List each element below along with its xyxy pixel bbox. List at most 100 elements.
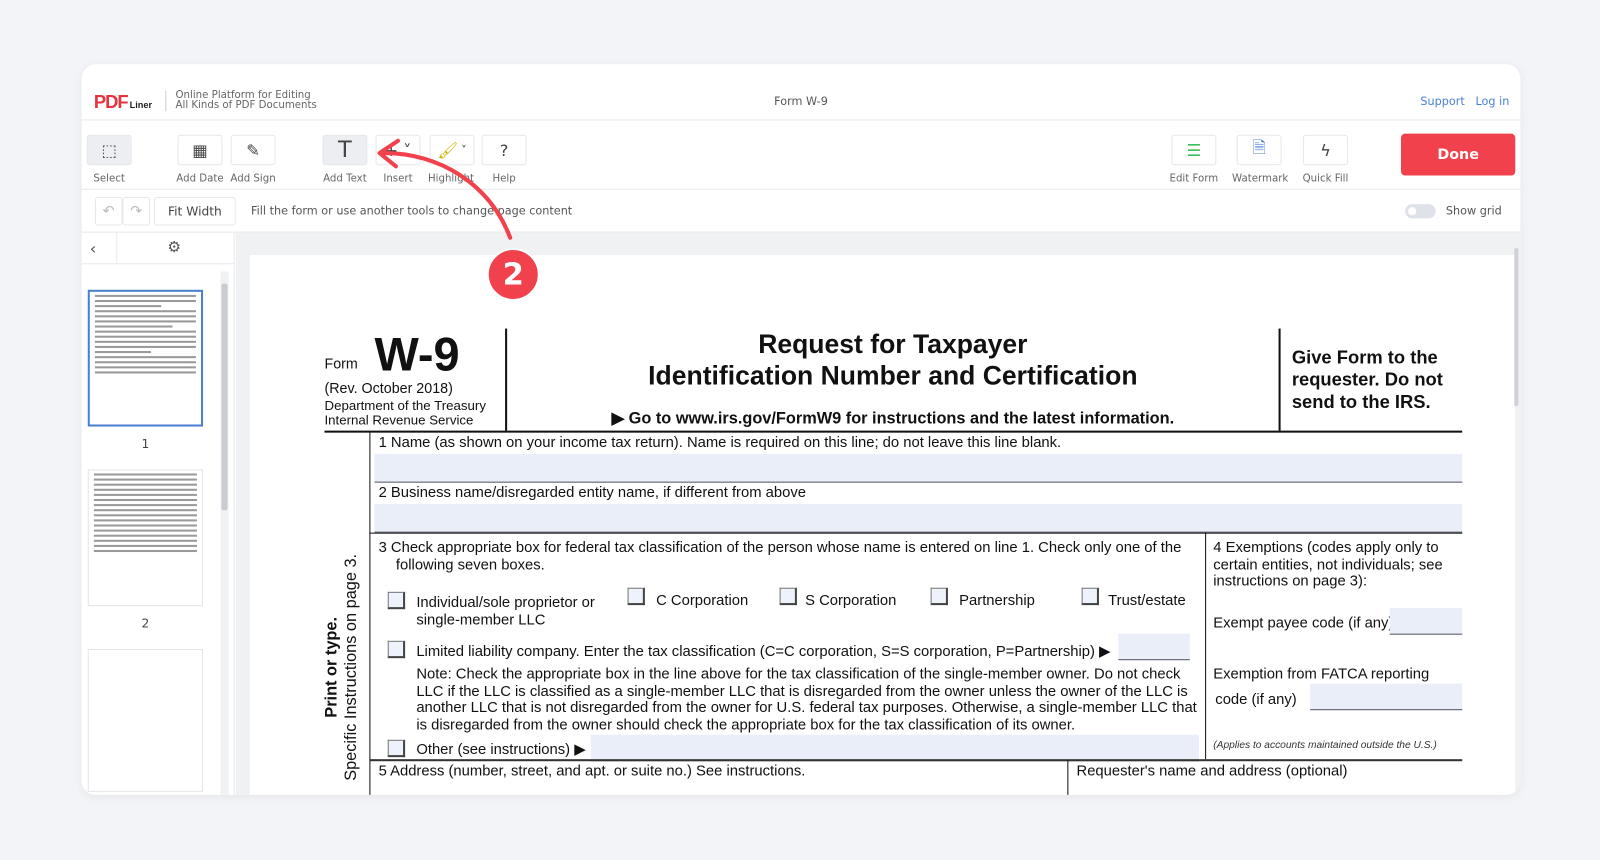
brush-chevron-icon: 🖌 <box>437 140 459 160</box>
give-form-note: Give Form to the requester. Do not send … <box>1291 346 1443 413</box>
fatca-label-2: code (if any) <box>1215 691 1297 709</box>
divider <box>1205 532 1207 760</box>
exempt-payee-field[interactable] <box>1389 608 1463 635</box>
title-line-2: Identification Number and Certification <box>648 360 1138 391</box>
document-title: Form W-9 <box>774 94 828 109</box>
divider <box>369 759 1463 762</box>
s-corporation-checkbox[interactable] <box>779 587 797 606</box>
highlight-button[interactable]: 🖌 ˅ <box>429 134 475 166</box>
text-t-icon: T <box>338 137 352 163</box>
add-sign-button[interactable]: ✎ <box>230 134 276 166</box>
redo-button[interactable]: ↷ <box>122 196 150 226</box>
form-department: Department of the Treasury <box>324 397 486 414</box>
form-irs: Internal Revenue Service <box>324 412 474 428</box>
side-label-1: Print or type. <box>323 616 341 718</box>
side-label-2: Specific Instructions on page 3. <box>342 553 361 781</box>
trust-estate-label: Trust/estate <box>1108 592 1186 610</box>
login-link[interactable]: Log in <box>1475 95 1509 108</box>
page-thumbnail-3[interactable] <box>87 648 204 792</box>
fatca-field[interactable] <box>1310 683 1463 711</box>
help-button[interactable]: ? <box>481 134 527 166</box>
llc-checkbox[interactable] <box>387 640 406 659</box>
edit-form-label: Edit Form <box>1169 173 1219 185</box>
step-badge: 2 <box>486 247 540 302</box>
llc-note: Note: Check the appropriate box in the l… <box>416 666 1202 733</box>
business-name-field[interactable] <box>374 504 1463 533</box>
individual-label-2: single-member LLC <box>416 612 546 629</box>
select-label: Select <box>93 173 125 185</box>
s-corporation-label: S Corporation <box>805 592 897 610</box>
other-label: Other (see instructions) ▶ <box>416 741 586 759</box>
line-5-label: 5 Address (number, street, and apt. or s… <box>378 763 806 780</box>
divider <box>81 263 235 265</box>
note-line: is disregarded from the owner should che… <box>416 716 1076 734</box>
c-corporation-label: C Corporation <box>656 592 749 610</box>
page-thumbnail-1[interactable] <box>87 289 204 427</box>
form-title: Request for Taxpayer Identification Numbe… <box>507 329 1278 392</box>
requester-label: Requester's name and address (optional) <box>1076 763 1348 780</box>
app-window: PDF Liner Online Platform for Editing All … <box>81 64 1521 795</box>
line-3-text: following seven boxes. <box>395 557 545 574</box>
top-bar: PDF Liner Online Platform for Editing All … <box>81 64 1521 121</box>
show-grid-label: Show grid <box>1445 204 1502 218</box>
question-icon: ? <box>499 140 509 160</box>
form-revision: (Rev. October 2018) <box>324 379 453 396</box>
divider <box>82 232 118 264</box>
side-label: Print or type. Specific Instructions on p… <box>322 473 361 794</box>
plus-chevron-icon: + ˅ <box>384 140 412 160</box>
redo-icon: ↷ <box>130 203 143 220</box>
trust-estate-checkbox[interactable] <box>1081 587 1099 606</box>
form-fields-icon: ☰ <box>1186 140 1202 160</box>
llc-classification-field[interactable] <box>1118 633 1190 661</box>
watermark-button[interactable]: 🗎 <box>1236 134 1282 166</box>
individual-checkbox[interactable] <box>387 591 406 610</box>
select-button[interactable]: ⬚ <box>86 134 132 166</box>
scrollbar-thumb[interactable] <box>221 283 228 511</box>
llc-label: Limited liability company. Enter the tax… <box>416 643 1111 661</box>
page-settings-icon[interactable]: ⚙ <box>167 238 181 256</box>
page-thumbnail-2[interactable] <box>87 469 204 607</box>
exemptions-label: 4 Exemptions (codes apply only to certain… <box>1213 540 1442 591</box>
divider <box>1067 760 1069 795</box>
exempt-payee-label: Exempt payee code (if any) <box>1213 615 1394 632</box>
individual-label: Individual/sole proprietor or single-memb… <box>416 595 594 630</box>
partnership-label: Partnership <box>959 592 1035 610</box>
line-2-label: 2 Business name/disregarded entity name,… <box>378 484 806 502</box>
line-3-label: 3 Check appropriate box for federal tax … <box>379 540 1182 575</box>
fatca-note: (Applies to accounts maintained outside … <box>1213 739 1437 752</box>
partnership-checkbox[interactable] <box>930 587 948 606</box>
show-grid-toggle[interactable] <box>1405 204 1436 219</box>
edit-form-button[interactable]: ☰ <box>1171 134 1217 166</box>
add-sign-label: Add Sign <box>230 173 276 185</box>
form-number: W-9 <box>374 327 460 381</box>
other-field[interactable] <box>590 734 1199 762</box>
line-1-label: 1 Name (as shown on your income tax retu… <box>378 434 1062 452</box>
lightning-icon: ϟ <box>1320 140 1331 160</box>
add-date-button[interactable]: ▦ <box>177 134 223 166</box>
sidebar-scrollbar[interactable] <box>220 271 229 795</box>
chevron-down-icon: ˅ <box>461 143 467 157</box>
toolbar: ⬚ Select ▦ Add Date ✎ Add Sign T Add Tex… <box>81 120 1521 190</box>
quick-fill-button[interactable]: ϟ <box>1303 134 1348 166</box>
exemptions-line: instructions on page 3): <box>1213 573 1368 590</box>
support-link[interactable]: Support <box>1420 95 1464 108</box>
insert-button[interactable]: + ˅ <box>375 134 421 166</box>
divider <box>369 432 371 795</box>
pdf-page: Form W-9 (Rev. October 2018) Department … <box>249 255 1516 795</box>
pen-icon: ✎ <box>246 140 260 160</box>
add-text-button[interactable]: T <box>322 134 368 166</box>
irs-link-text: ▶ Go to www.irs.gov/FormW9 for instructi… <box>611 410 1175 428</box>
line-3-text: 3 Check appropriate box for federal tax … <box>378 539 1182 557</box>
fit-width-button[interactable]: Fit Width <box>154 196 236 226</box>
viewer-scrollbar[interactable] <box>1514 247 1519 407</box>
done-button[interactable]: Done <box>1401 133 1516 176</box>
c-corporation-checkbox[interactable] <box>627 587 645 606</box>
other-checkbox[interactable] <box>387 739 406 758</box>
page-thumbnails-sidebar: ‹ ⚙ 1 2 <box>81 232 235 795</box>
page-number-2: 2 <box>141 616 150 631</box>
hint-text: Fill the form or use another tools to ch… <box>251 204 573 218</box>
document-icon: 🗎 <box>1252 137 1266 157</box>
undo-button[interactable]: ↶ <box>94 196 123 226</box>
note-line: LLC if the LLC is classified as a single… <box>416 683 1188 700</box>
name-field[interactable] <box>374 454 1463 483</box>
